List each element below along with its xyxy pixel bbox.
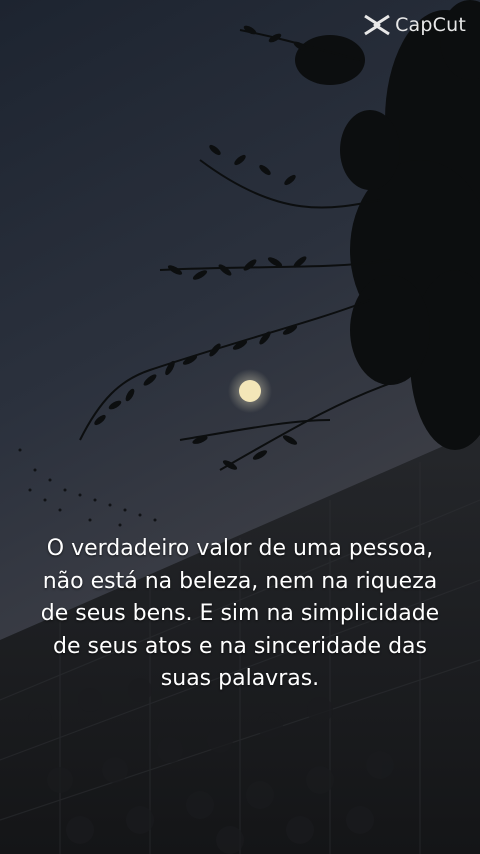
caption-line-3: de seus bens. E sim na simplicidade (40, 601, 440, 626)
moon (239, 380, 261, 402)
caption-line-2: não está na beleza, nem na riqueza (42, 568, 438, 594)
caption-line-5: suas palavras. (160, 666, 320, 691)
capcut-wordmark: CapCut (395, 14, 466, 36)
background-photo (0, 0, 480, 854)
caption-line-1: O verdadeiro valor de uma pessoa, (46, 536, 434, 561)
caption-line-4: de seus atos e na sinceridade das (52, 633, 427, 659)
capcut-logo-icon (363, 14, 391, 36)
quote-caption: O verdadeiro valor de uma pessoa, não es… (0, 533, 480, 696)
capcut-watermark: CapCut (363, 14, 466, 36)
